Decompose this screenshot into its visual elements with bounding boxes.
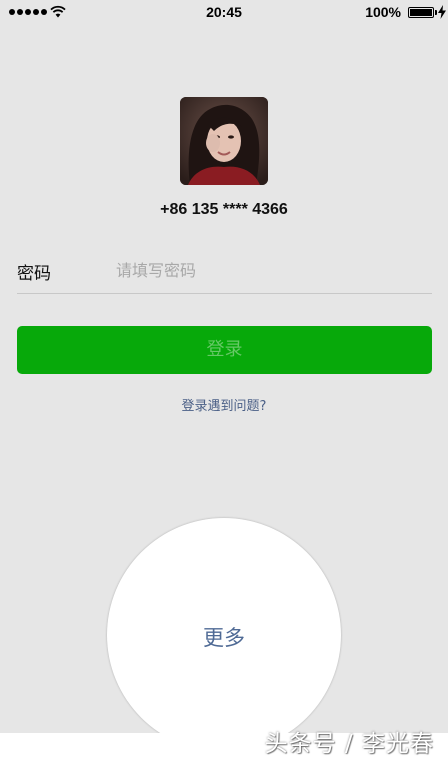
avatar-photo-icon	[180, 97, 268, 185]
login-button[interactable]: 登录	[17, 326, 432, 374]
battery-percent: 100%	[365, 4, 401, 20]
battery-tip	[435, 10, 437, 15]
user-avatar[interactable]	[180, 97, 268, 185]
more-button-label[interactable]: 更多	[107, 622, 341, 652]
account-phone-number: +86 135 **** 4366	[160, 201, 288, 218]
status-bar: 20:45 100%	[0, 0, 448, 26]
battery-full-icon	[408, 7, 434, 18]
password-divider	[17, 293, 432, 294]
watermark: 头条号 / 李光春	[264, 731, 434, 757]
password-label: 密码	[17, 264, 51, 284]
lightning-icon	[438, 5, 446, 19]
password-input[interactable]	[116, 256, 426, 284]
login-help-link[interactable]: 登录遇到问题?	[0, 395, 448, 414]
login-screen: 20:45 100% +86 135 **** 4366 密码 登录 登录遇到问…	[0, 0, 448, 752]
